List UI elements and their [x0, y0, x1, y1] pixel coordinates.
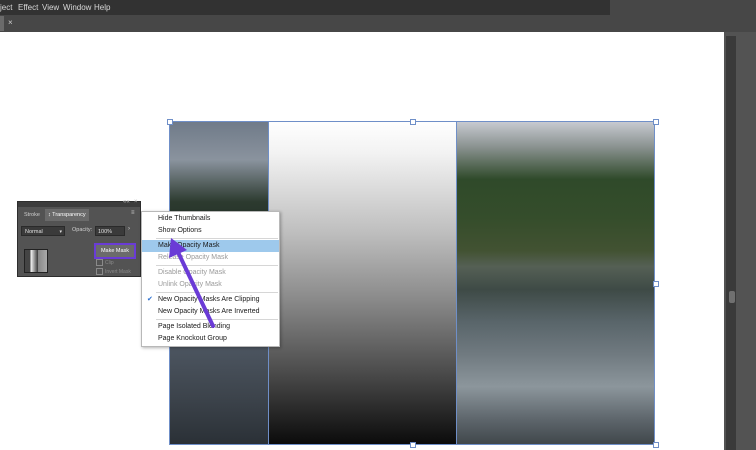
resize-handle-bottom-right[interactable]	[653, 442, 659, 448]
close-tab-icon[interactable]: ×	[8, 18, 13, 27]
menu-item-label: Hide Thumbnails	[158, 215, 211, 222]
annotation-arrow-shaft	[175, 248, 215, 328]
document-tab[interactable]	[0, 16, 4, 31]
opacity-value: 100%	[98, 229, 113, 235]
selection-edge	[456, 122, 457, 444]
vertical-scrollbar[interactable]	[726, 36, 736, 450]
menu-help[interactable]: Help	[94, 3, 110, 12]
right-panel-dock	[724, 32, 756, 450]
menu-item-page-knockout-group[interactable]: Page Knockout Group	[142, 333, 279, 345]
tab-transparency[interactable]: ↕ Transparency	[45, 209, 89, 221]
scrollbar-thumb[interactable]	[729, 291, 735, 303]
resize-handle-top-left[interactable]	[167, 119, 173, 125]
blend-mode-value: Normal	[25, 229, 43, 235]
resize-handle-middle-right[interactable]	[653, 281, 659, 287]
opacity-slider-arrow-icon[interactable]: ›	[128, 226, 130, 232]
invert-mask-checkbox-box	[96, 268, 103, 275]
chevron-down-icon: ▾	[59, 229, 62, 235]
menu-object[interactable]: ject	[0, 3, 12, 12]
make-mask-button[interactable]: Make Mask	[94, 243, 136, 259]
opacity-input[interactable]: 100%	[95, 226, 125, 236]
clip-label: Clip	[105, 259, 114, 266]
menu-item-label: Show Options	[158, 227, 202, 234]
opacity-label: Opacity:	[72, 227, 93, 233]
menu-effect[interactable]: Effect	[18, 3, 38, 12]
menu-item-hide-thumbnails[interactable]: Hide Thumbnails	[142, 213, 279, 225]
resize-handle-bottom-center[interactable]	[410, 442, 416, 448]
collapse-panel-icon[interactable]: ««	[123, 199, 130, 205]
invert-mask-checkbox[interactable]: Invert Mask	[96, 268, 131, 275]
panel-menu-icon[interactable]: ≡	[131, 210, 135, 216]
menubar-right-area	[610, 0, 756, 15]
panel-title-strip[interactable]: «« ×	[18, 199, 140, 207]
checkmark-icon: ✔	[147, 296, 153, 303]
document-tab-bar: ×	[0, 15, 756, 32]
menu-bar: ject Effect View Window Help	[0, 0, 756, 15]
resize-handle-top-right[interactable]	[653, 119, 659, 125]
menu-window[interactable]: Window	[63, 3, 91, 12]
tab-stroke[interactable]: Stroke	[21, 209, 43, 221]
menu-item-label: Page Knockout Group	[158, 335, 227, 342]
menu-view[interactable]: View	[42, 3, 59, 12]
annotation-arrow-icon	[169, 238, 215, 328]
clip-checkbox[interactable]: Clip	[96, 259, 114, 266]
close-panel-icon[interactable]: ×	[134, 199, 138, 205]
blend-mode-select[interactable]: Normal ▾	[21, 226, 65, 236]
invert-mask-label: Invert Mask	[105, 268, 131, 275]
clip-checkbox-box	[96, 259, 103, 266]
artwork-thumbnail[interactable]	[24, 249, 48, 273]
resize-handle-top-center[interactable]	[410, 119, 416, 125]
transparency-panel: «« × Stroke ↕ Transparency ≡ Normal ▾ Op…	[17, 199, 141, 277]
